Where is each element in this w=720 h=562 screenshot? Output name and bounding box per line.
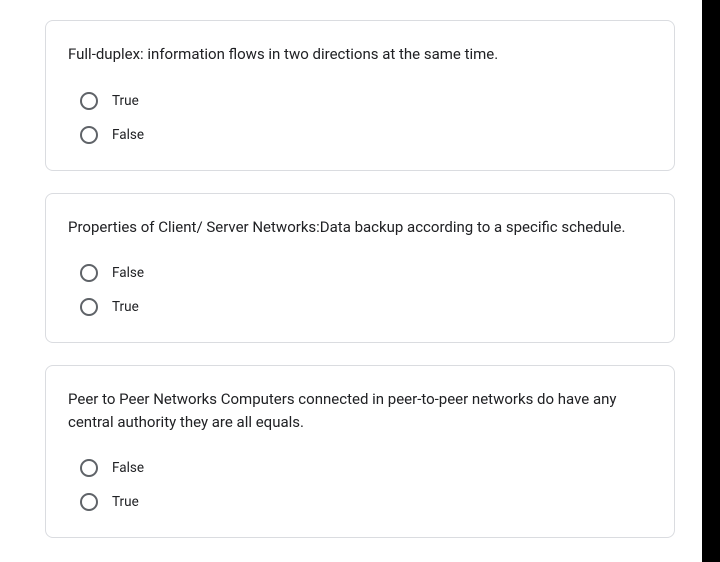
right-border-bar	[702, 0, 720, 562]
radio-option[interactable]: False	[68, 451, 652, 485]
option-label: True	[112, 93, 139, 109]
radio-option[interactable]: False	[68, 256, 652, 290]
radio-unchecked-icon	[80, 459, 98, 477]
radio-unchecked-icon	[80, 92, 98, 110]
question-text: Peer to Peer Networks Computers connecte…	[68, 388, 652, 433]
option-label: False	[112, 460, 144, 476]
radio-option[interactable]: True	[68, 485, 652, 519]
radio-option[interactable]: True	[68, 84, 652, 118]
radio-unchecked-icon	[80, 126, 98, 144]
radio-unchecked-icon	[80, 264, 98, 282]
radio-unchecked-icon	[80, 298, 98, 316]
option-label: True	[112, 494, 139, 510]
question-card: Full-duplex: information flows in two di…	[45, 20, 675, 171]
option-label: False	[112, 127, 144, 143]
option-label: True	[112, 299, 139, 315]
question-text: Full-duplex: information flows in two di…	[68, 43, 652, 66]
radio-option[interactable]: True	[68, 290, 652, 324]
option-label: False	[112, 265, 144, 281]
radio-option[interactable]: False	[68, 118, 652, 152]
radio-unchecked-icon	[80, 493, 98, 511]
question-card: Peer to Peer Networks Computers connecte…	[45, 365, 675, 538]
question-text: Properties of Client/ Server Networks:Da…	[68, 216, 652, 239]
question-card: Properties of Client/ Server Networks:Da…	[45, 193, 675, 344]
